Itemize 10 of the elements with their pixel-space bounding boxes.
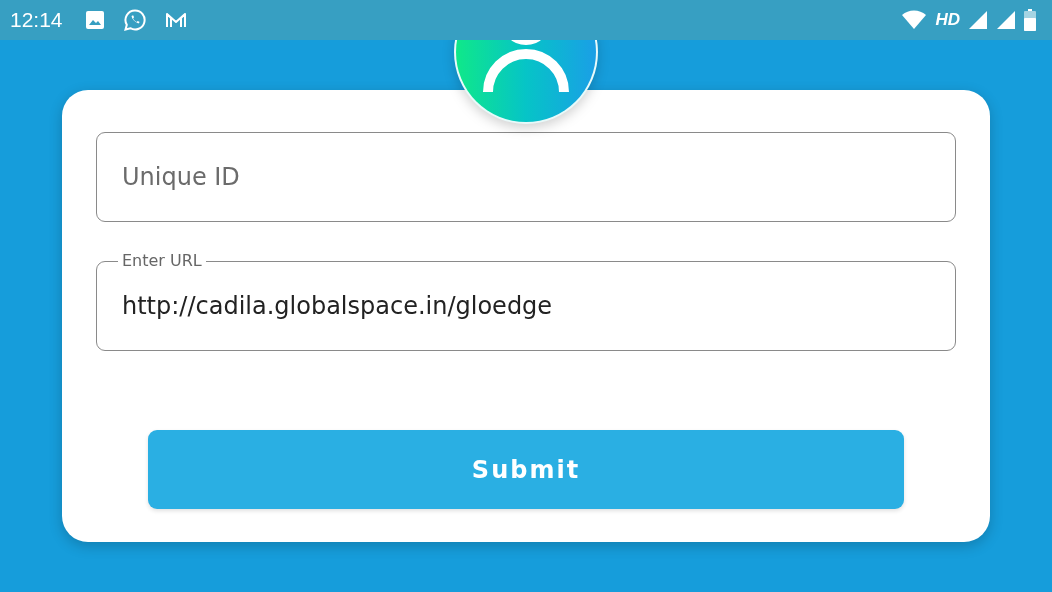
text-field[interactable]: Unique ID (96, 132, 956, 222)
clock-time: 12:14 (10, 8, 63, 32)
network-label: HD (935, 10, 960, 30)
signal-icon (968, 10, 988, 30)
chat-icon (122, 8, 147, 32)
mail-icon (164, 11, 187, 29)
image-icon (84, 10, 105, 30)
wifi-icon (901, 10, 928, 30)
battery-icon (1024, 9, 1036, 31)
signal-icon (996, 10, 1016, 30)
